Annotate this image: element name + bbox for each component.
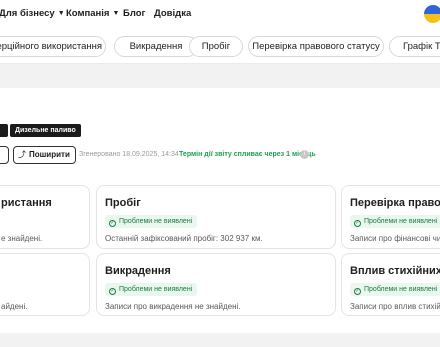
tab-mileage-label: Пробіг: [201, 41, 231, 52]
card-legal-status[interactable]: Перевірка правово ✓Проблеми не виявлені …: [341, 185, 440, 249]
card-mileage[interactable]: Пробіг ✓ Проблеми не виявлені Останній за…: [96, 185, 336, 249]
card-text: Записи про фінансові чи с: [350, 234, 440, 243]
card-text: айдені.: [1, 302, 28, 311]
card-natural-disasters[interactable]: Вплив стихійних ли ✓Проблеми не виявлені…: [341, 253, 440, 316]
nav-company[interactable]: Компанія ▼: [66, 8, 119, 19]
chevron-down-icon: ▼: [112, 10, 120, 17]
tab-maintenance-schedule-label: Графік ТО: [403, 41, 440, 52]
status-badge: ✓ Проблеми не виявлені: [350, 283, 440, 296]
status-label: Проблеми не виявлені: [364, 218, 438, 225]
card-title: Перевірка правово: [350, 197, 440, 209]
card-partial[interactable]: айдені.: [0, 253, 90, 316]
nav-blog[interactable]: Блог: [123, 8, 146, 19]
report-sections-tabs: мерційного використання Викрадення Пробі…: [0, 28, 440, 64]
card-text: Останній зафіксований пробіг: 302 937 км…: [105, 234, 263, 243]
check-circle-icon: ✓: [354, 220, 361, 227]
card-text: е знайдені.: [1, 234, 43, 243]
vehicle-badge: [0, 124, 8, 137]
share-label: Поширити: [29, 150, 70, 159]
card-title: ристання: [1, 197, 52, 209]
share-button[interactable]: ⤴ Поширити: [13, 146, 76, 164]
tab-legal-status-label: Перевірка правового статусу: [252, 41, 380, 52]
card-title: Пробіг: [105, 197, 141, 209]
card-commercial-use[interactable]: ристання е знайдені.: [0, 185, 90, 249]
tab-theft-label: Викрадення: [129, 41, 183, 52]
check-circle-icon: ✓: [109, 288, 116, 295]
report-expiry-notice: Термін дії звіту спливає через 1 місяць: [179, 151, 316, 158]
tab-legal-status[interactable]: Перевірка правового статусу: [248, 36, 384, 57]
status-badge: ✓ Проблеми не виявлені: [350, 215, 440, 228]
fuel-type-badge: Дизельне паливо: [10, 124, 81, 137]
generated-date: Згенеровано 18.09.2025, 14:34: [79, 151, 179, 158]
status-badge: ✓ Проблеми не виявлені: [105, 215, 198, 228]
card-title: Викрадення: [105, 265, 171, 277]
nav-help-label: Довідка: [154, 8, 192, 19]
share-icon: ⤴: [18, 150, 26, 159]
card-text: Записи про вплив стихійн: [350, 302, 440, 311]
tab-theft[interactable]: Викрадення: [114, 36, 198, 57]
check-circle-icon: ✓: [354, 288, 361, 295]
top-navigation: Для бізнесу ▼ Компанія ▼ Блог Довідка: [0, 0, 440, 28]
card-text: Записи про викрадення не знайдені.: [105, 302, 241, 311]
nav-for-business[interactable]: Для бізнесу ▼: [0, 8, 65, 19]
report-content: Дизельне паливо ⤴ Поширити Згенеровано 18…: [0, 88, 440, 333]
card-theft[interactable]: Викрадення ✓ Проблеми не виявлені Записи …: [96, 253, 336, 316]
download-button[interactable]: [0, 146, 9, 164]
status-badge: ✓ Проблеми не виявлені: [105, 283, 198, 296]
nav-for-business-label: Для бізнесу: [0, 8, 55, 19]
card-title: Вплив стихійних ли: [350, 265, 440, 277]
tab-maintenance-schedule[interactable]: Графік ТО: [389, 36, 440, 57]
status-label: Проблеми не виявлені: [119, 286, 193, 293]
tab-commercial-use[interactable]: мерційного використання: [0, 36, 106, 57]
status-label: Проблеми не виявлені: [119, 218, 193, 225]
info-icon[interactable]: i: [300, 150, 309, 159]
nav-help[interactable]: Довідка: [154, 8, 191, 19]
nav-blog-label: Блог: [123, 8, 146, 19]
tab-commercial-use-label: мерційного використання: [0, 41, 103, 52]
status-label: Проблеми не виявлені: [364, 286, 438, 293]
nav-company-label: Компанія: [66, 8, 110, 19]
check-circle-icon: ✓: [109, 220, 116, 227]
tab-mileage[interactable]: Пробіг: [189, 36, 243, 57]
chevron-down-icon: ▼: [57, 10, 65, 17]
ukraine-flag-icon[interactable]: [424, 5, 440, 23]
